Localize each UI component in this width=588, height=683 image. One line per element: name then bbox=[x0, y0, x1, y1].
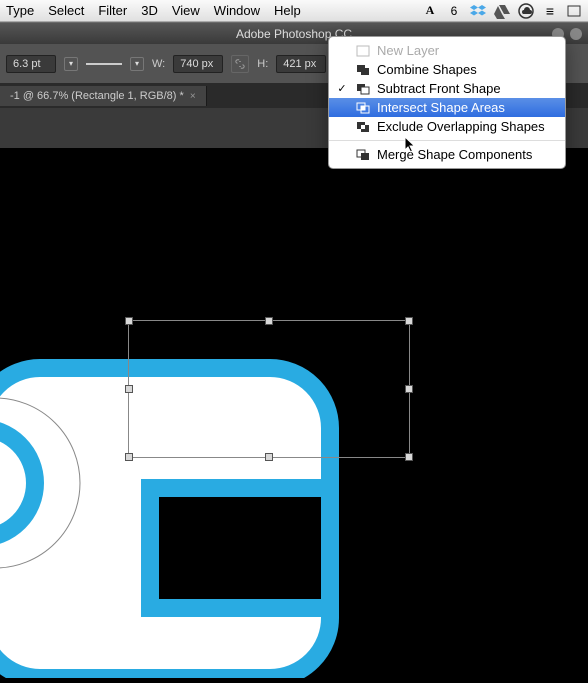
transform-handle-br[interactable] bbox=[405, 453, 413, 461]
drive-icon[interactable] bbox=[494, 3, 510, 19]
menu-item-combine[interactable]: Combine Shapes bbox=[329, 60, 565, 79]
mac-menubar: Type Select Filter 3D View Window Help A… bbox=[0, 0, 588, 22]
document-tab-close[interactable]: × bbox=[190, 91, 196, 102]
menubar-right: A 6 ≡ bbox=[422, 3, 582, 19]
intersect-shape-icon bbox=[355, 101, 371, 115]
menu-item-intersect[interactable]: Intersect Shape Areas bbox=[329, 98, 565, 117]
menu-item-label: Combine Shapes bbox=[377, 62, 477, 77]
menu-item-exclude[interactable]: Exclude Overlapping Shapes bbox=[329, 117, 565, 136]
menu-filter[interactable]: Filter bbox=[98, 3, 127, 18]
dropbox-icon[interactable] bbox=[470, 3, 486, 19]
check-icon: ✓ bbox=[335, 82, 349, 95]
menubar-left: Type Select Filter 3D View Window Help bbox=[6, 3, 301, 18]
subtract-shape-icon bbox=[355, 82, 371, 96]
combine-shapes-icon bbox=[355, 63, 371, 77]
stroke-style-dropdown[interactable]: ▾ bbox=[130, 57, 144, 71]
adobe-a-icon[interactable]: A bbox=[422, 3, 438, 19]
menu-select[interactable]: Select bbox=[48, 3, 84, 18]
transform-handle-bc[interactable] bbox=[265, 453, 273, 461]
transform-handle-tr[interactable] bbox=[405, 317, 413, 325]
height-label: H: bbox=[257, 58, 268, 70]
window-maximize-button[interactable] bbox=[570, 28, 582, 40]
stroke-style-preview[interactable] bbox=[86, 63, 122, 71]
document-tab-label: -1 @ 66.7% (Rectangle 1, RGB/8) * bbox=[10, 90, 184, 102]
link-dimensions-icon[interactable] bbox=[231, 55, 249, 73]
stroke-width-input[interactable] bbox=[6, 55, 56, 73]
transform-handle-tl[interactable] bbox=[125, 317, 133, 325]
menu-item-merge[interactable]: Merge Shape Components bbox=[329, 145, 565, 164]
exclude-shape-icon bbox=[355, 120, 371, 134]
transform-handle-bl[interactable] bbox=[125, 453, 133, 461]
menu-item-new-layer: New Layer bbox=[329, 41, 565, 60]
menu-item-label: Exclude Overlapping Shapes bbox=[377, 119, 545, 134]
transform-bounding-box[interactable] bbox=[128, 320, 410, 458]
transform-handle-rc[interactable] bbox=[405, 385, 413, 393]
badge-count: 6 bbox=[446, 3, 462, 19]
menu-type[interactable]: Type bbox=[6, 3, 34, 18]
stroke-width-dropdown[interactable]: ▾ bbox=[64, 57, 78, 71]
transform-handle-tc[interactable] bbox=[265, 317, 273, 325]
document-tab[interactable]: -1 @ 66.7% (Rectangle 1, RGB/8) * × bbox=[0, 86, 207, 106]
menu-3d[interactable]: 3D bbox=[141, 3, 158, 18]
menu-extra-icon[interactable]: ≡ bbox=[542, 3, 558, 19]
menu-extra2-icon[interactable] bbox=[566, 3, 582, 19]
width-label: W: bbox=[152, 58, 165, 70]
path-operations-menu: New Layer Combine Shapes ✓ Subtract Fron… bbox=[328, 36, 566, 169]
menu-item-subtract[interactable]: ✓ Subtract Front Shape bbox=[329, 79, 565, 98]
menu-item-label: New Layer bbox=[377, 43, 439, 58]
transform-handle-lc[interactable] bbox=[125, 385, 133, 393]
cursor-icon bbox=[404, 136, 418, 159]
menu-item-label: Intersect Shape Areas bbox=[377, 100, 505, 115]
height-input[interactable] bbox=[276, 55, 326, 73]
merge-components-icon bbox=[355, 148, 371, 162]
menu-item-label: Merge Shape Components bbox=[377, 147, 532, 162]
menu-view[interactable]: View bbox=[172, 3, 200, 18]
menu-help[interactable]: Help bbox=[274, 3, 301, 18]
new-layer-icon bbox=[355, 44, 371, 58]
menu-separator bbox=[329, 140, 565, 141]
cloud-icon[interactable] bbox=[518, 3, 534, 19]
menu-item-label: Subtract Front Shape bbox=[377, 81, 501, 96]
width-input[interactable] bbox=[173, 55, 223, 73]
menu-window[interactable]: Window bbox=[214, 3, 260, 18]
